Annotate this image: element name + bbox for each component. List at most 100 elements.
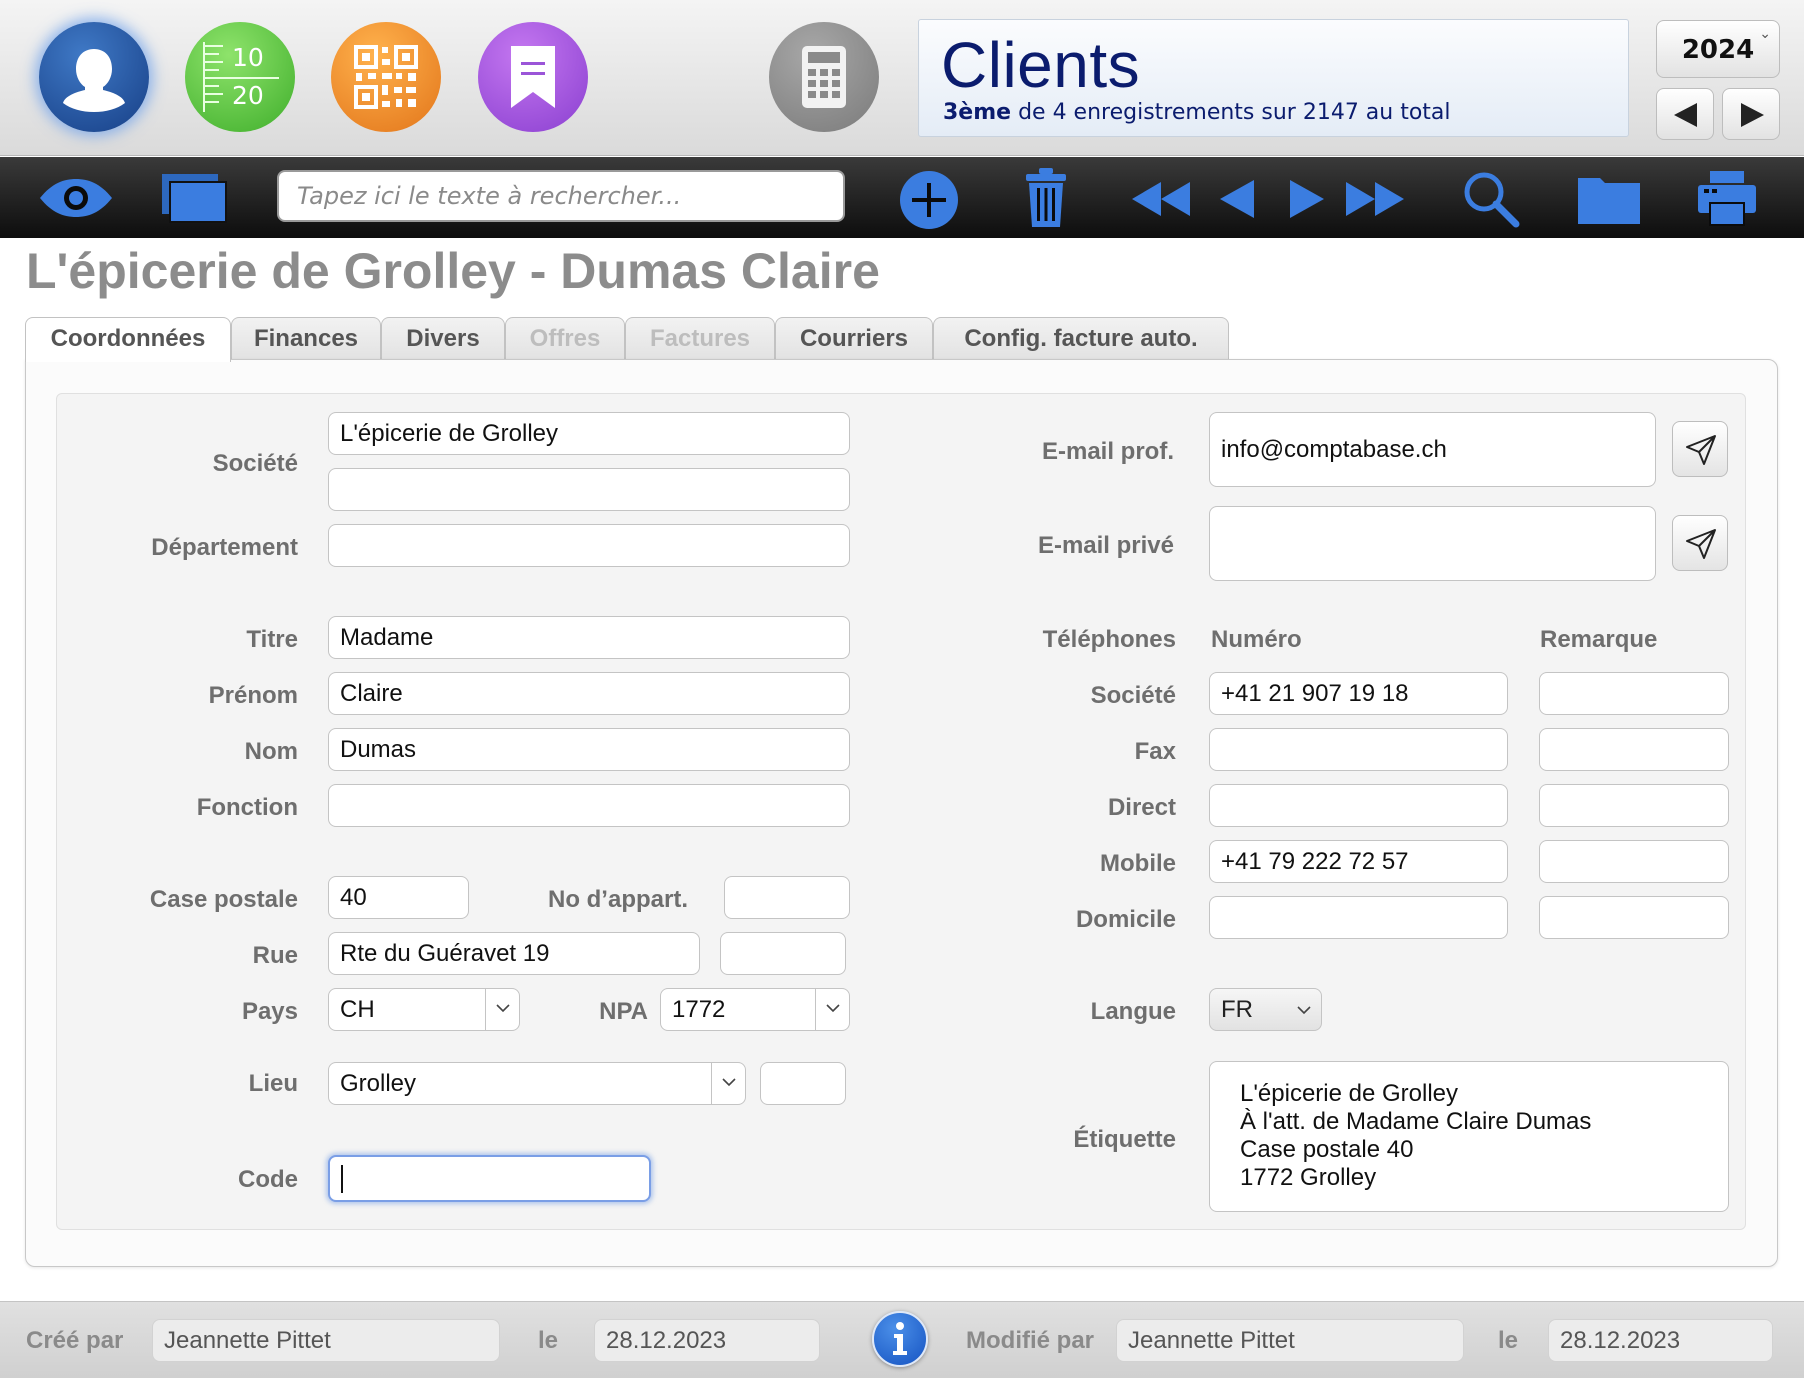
etiquette-field[interactable]: L'épicerie de Grolley À l'att. de Madame…	[1209, 1061, 1729, 1212]
text-cursor	[341, 1164, 343, 1193]
year-value: 2024	[1681, 35, 1755, 65]
search-input[interactable]	[277, 170, 845, 222]
npa-value: 1772	[672, 996, 726, 1023]
phone-domicile-numero[interactable]	[1209, 896, 1508, 939]
tab-divers[interactable]: Divers	[381, 317, 505, 360]
phone-mobile-remarque[interactable]	[1539, 840, 1729, 883]
chevron-down-icon: ⌄	[1759, 26, 1771, 42]
record-position: 3ème	[943, 100, 1012, 125]
fonction-field[interactable]	[328, 784, 850, 827]
phone-mobile-label: Mobile	[1100, 850, 1176, 877]
phone-fax-remarque[interactable]	[1539, 728, 1729, 771]
contacts-button[interactable]	[39, 22, 149, 132]
etiquette-label: Étiquette	[1073, 1126, 1176, 1153]
pays-label: Pays	[241, 998, 298, 1025]
numbered-list-button[interactable]: 10 20	[185, 22, 295, 132]
pays-dropdown-button[interactable]	[485, 989, 519, 1030]
year-selector[interactable]: 2024 ⌄	[1656, 20, 1780, 78]
rue-label: Rue	[252, 942, 298, 969]
triangle-right-icon	[1741, 103, 1764, 127]
no-appart-field[interactable]	[724, 876, 850, 919]
societe-field-1[interactable]: L'épicerie de Grolley	[328, 412, 850, 455]
trash-icon[interactable]	[1024, 168, 1068, 228]
etiquette-line: 1772 Grolley	[1240, 1164, 1377, 1191]
phone-fax-numero[interactable]	[1209, 728, 1508, 771]
email-prive-label: E-mail privé	[1037, 532, 1174, 559]
langue-select[interactable]: FR	[1209, 988, 1322, 1031]
eye-icon[interactable]	[38, 177, 114, 219]
societe-label: Société	[212, 450, 298, 477]
list-icon-bottom-number: 20	[232, 81, 264, 110]
prenom-field[interactable]: Claire	[328, 672, 850, 715]
langue-label: Langue	[1090, 998, 1176, 1025]
phone-domicile-label: Domicile	[1075, 906, 1176, 933]
folder-icon[interactable]	[1576, 172, 1642, 226]
next-record-icon[interactable]	[1288, 178, 1326, 220]
print-icon[interactable]	[1696, 169, 1758, 227]
first-record-icon[interactable]	[1130, 180, 1192, 218]
code-label: Code	[238, 1166, 298, 1193]
remarque-column-header: Remarque	[1540, 626, 1658, 653]
email-prive-field[interactable]	[1209, 506, 1656, 581]
modifie-par-field: Jeannette Pittet	[1116, 1319, 1464, 1362]
phone-domicile-remarque[interactable]	[1539, 896, 1729, 939]
email-prof-field[interactable]: info@comptabase.ch	[1209, 412, 1656, 487]
add-icon[interactable]	[898, 169, 960, 231]
nom-field[interactable]: Dumas	[328, 728, 850, 771]
modifie-le-label: le	[1498, 1327, 1519, 1354]
departement-field[interactable]	[328, 524, 850, 567]
phone-direct-numero[interactable]	[1209, 784, 1508, 827]
last-record-icon[interactable]	[1344, 180, 1406, 218]
send-email-prive-button[interactable]	[1672, 515, 1728, 571]
prenom-label: Prénom	[208, 682, 298, 709]
lieu-select[interactable]: Grolley	[328, 1062, 746, 1105]
module-title-box: Clients 3ème de 4 enregistrements sur 21…	[918, 19, 1629, 137]
phone-direct-remarque[interactable]	[1539, 784, 1729, 827]
langue-value: FR	[1221, 996, 1253, 1023]
lieu-extra-field[interactable]	[760, 1062, 846, 1105]
lieu-label: Lieu	[248, 1070, 298, 1097]
pays-select[interactable]: CH	[328, 988, 520, 1031]
send-email-prof-button[interactable]	[1672, 421, 1728, 477]
qr-code-button[interactable]	[331, 22, 441, 132]
info-button[interactable]	[872, 1311, 928, 1367]
list-icon-top-number: 10	[232, 43, 264, 72]
phone-mobile-numero[interactable]: +41 79 222 72 57	[1209, 840, 1508, 883]
telephones-label: Téléphones	[1042, 626, 1176, 653]
triangle-left-icon	[1674, 103, 1697, 127]
previous-record-icon[interactable]	[1218, 178, 1256, 220]
year-previous-button[interactable]	[1656, 88, 1714, 140]
cree-par-label: Créé par	[26, 1327, 124, 1354]
npa-dropdown-button[interactable]	[815, 989, 849, 1030]
lieu-value: Grolley	[340, 1070, 417, 1097]
year-next-button[interactable]	[1722, 88, 1780, 140]
tab-config-facture-auto[interactable]: Config. facture auto.	[933, 317, 1229, 360]
contacts-icon	[63, 49, 125, 112]
tab-courriers[interactable]: Courriers	[775, 317, 933, 360]
npa-select[interactable]: 1772	[660, 988, 850, 1031]
code-field[interactable]	[328, 1155, 651, 1202]
search-icon[interactable]	[1462, 170, 1520, 228]
calculator-button[interactable]	[769, 22, 879, 132]
windows-icon[interactable]	[160, 172, 228, 224]
send-icon	[1686, 435, 1716, 465]
etiquette-line: À l'att. de Madame Claire Dumas	[1240, 1108, 1592, 1135]
tab-coordonnees[interactable]: Coordonnées	[25, 317, 231, 362]
societe-field-2[interactable]	[328, 468, 850, 511]
bookmark-button[interactable]	[478, 22, 588, 132]
record-counter: 3ème de 4 enregistrements sur 2147 au to…	[943, 100, 1451, 125]
rue-extra-field[interactable]	[720, 932, 846, 975]
tab-offres: Offres	[505, 317, 625, 360]
cree-le-field: 28.12.2023	[594, 1319, 820, 1362]
titre-field[interactable]: Madame	[328, 616, 850, 659]
cree-par-field: Jeannette Pittet	[152, 1319, 500, 1362]
fonction-label: Fonction	[196, 794, 298, 821]
rue-field[interactable]: Rte du Guéravet 19	[328, 932, 700, 975]
departement-label: Département	[151, 534, 298, 561]
tab-finances[interactable]: Finances	[231, 317, 381, 360]
email-prof-label: E-mail prof.	[1041, 438, 1174, 465]
lieu-dropdown-button[interactable]	[711, 1063, 745, 1104]
phone-societe-remarque[interactable]	[1539, 672, 1729, 715]
case-postale-field[interactable]: 40	[328, 876, 469, 919]
phone-societe-numero[interactable]: +41 21 907 19 18	[1209, 672, 1508, 715]
